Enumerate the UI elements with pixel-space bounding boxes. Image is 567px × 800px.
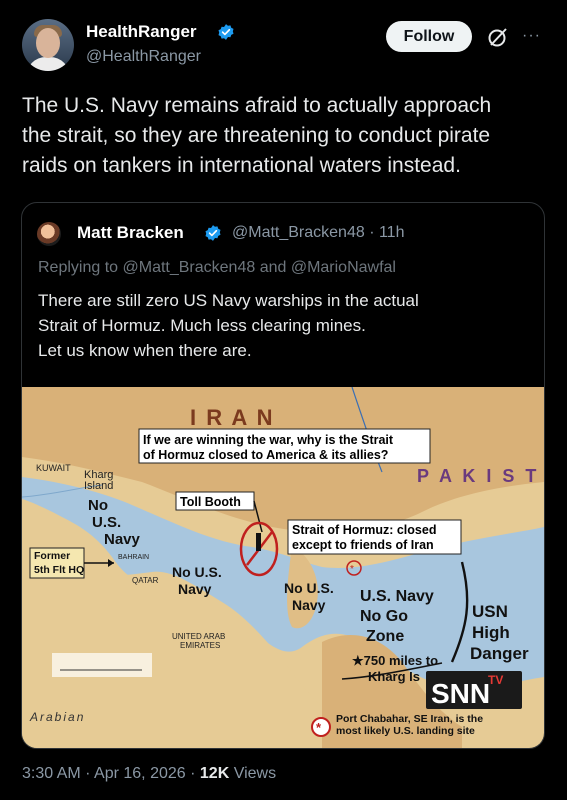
grok-icon[interactable]: [486, 25, 510, 49]
map-chabahar-1: Port Chabahar, SE Iran, is the: [336, 713, 483, 725]
watermark-tv: TV: [488, 673, 503, 687]
verified-badge-icon: [205, 225, 221, 241]
map-bahrain-label: BAHRAIN: [118, 554, 149, 561]
map-no-navy-west-3: Navy: [104, 531, 141, 548]
map-pakistan-label: P A K I S T A: [417, 466, 544, 486]
map-headline-line1: If we are winning the war, why is the St…: [143, 433, 394, 447]
post-timestamp[interactable]: 3:30 AM · Apr 16, 2026 · 12K Views: [22, 765, 276, 783]
quoted-meta: @Matt_Bracken48 · 11h: [232, 224, 405, 241]
quoted-text: There are still zero US Navy warships in…: [38, 291, 419, 360]
map-no-navy-mid-1: No U.S.: [172, 564, 222, 580]
watermark-snn: SNN: [431, 678, 490, 709]
map-miles-2: Kharg Is: [368, 669, 420, 684]
map-usn-1: USN: [472, 602, 508, 621]
strait-of-hormuz-map[interactable]: I R A N If we are winning the war, why i…: [22, 387, 544, 749]
map-no-go-3: Zone: [366, 628, 404, 645]
quoted-author-avatar[interactable]: [37, 222, 61, 246]
author-avatar[interactable]: [22, 19, 74, 71]
author-name[interactable]: HealthRanger: [86, 22, 197, 42]
quoted-tweet[interactable]: Matt Bracken @Matt_Bracken48 · 11h Reply…: [21, 202, 545, 749]
author-handle[interactable]: @HealthRanger: [86, 48, 201, 66]
follow-button[interactable]: Follow: [386, 21, 472, 52]
map-strait-closed-1: Strait of Hormuz: closed: [292, 523, 436, 537]
map-uae-1: UNITED ARAB: [172, 632, 225, 641]
map-no-navy-mid-2: Navy: [178, 581, 212, 597]
map-kuwait-label: KUWAIT: [36, 463, 71, 473]
verified-badge-icon: [218, 24, 234, 40]
map-headline-line2: of Hormuz closed to America & its allies…: [143, 448, 388, 462]
map-no-navy-east-2: Navy: [292, 597, 326, 613]
map-no-navy-west-2: U.S.: [92, 514, 121, 531]
map-no-navy-west-1: No: [88, 497, 108, 514]
map-strait-closed-2: except to friends of Iran: [292, 538, 434, 552]
map-arabian-label: Arabian: [29, 710, 85, 724]
tweet-text: The U.S. Navy remains afraid to actually…: [22, 94, 492, 177]
map-former-label: Former: [34, 550, 70, 562]
map-iran-label: I R A N: [190, 405, 274, 430]
map-usn-2: High: [472, 623, 510, 642]
more-icon[interactable]: ···: [522, 27, 541, 45]
map-toll-booth-label: Toll Booth: [180, 495, 241, 509]
map-miles-1: ★750 miles to: [352, 653, 438, 668]
map-5th-flt-label: 5th Flt HQ: [34, 564, 84, 576]
map-no-go-1: U.S. Navy: [360, 588, 434, 605]
replying-to: Replying to @Matt_Bracken48 and @MarioNa…: [38, 259, 396, 276]
map-chabahar-2: most likely U.S. landing site: [336, 725, 475, 737]
svg-text:*: *: [350, 564, 354, 575]
map-uae-2: EMIRATES: [180, 641, 220, 650]
map-no-go-2: No Go: [360, 608, 408, 625]
map-kharg-island-label: Island: [84, 480, 113, 492]
map-no-navy-east-1: No U.S.: [284, 580, 334, 596]
map-qatar-label: QATAR: [132, 576, 159, 585]
quoted-author-name[interactable]: Matt Bracken: [77, 223, 184, 243]
map-usn-3: Danger: [470, 644, 529, 663]
